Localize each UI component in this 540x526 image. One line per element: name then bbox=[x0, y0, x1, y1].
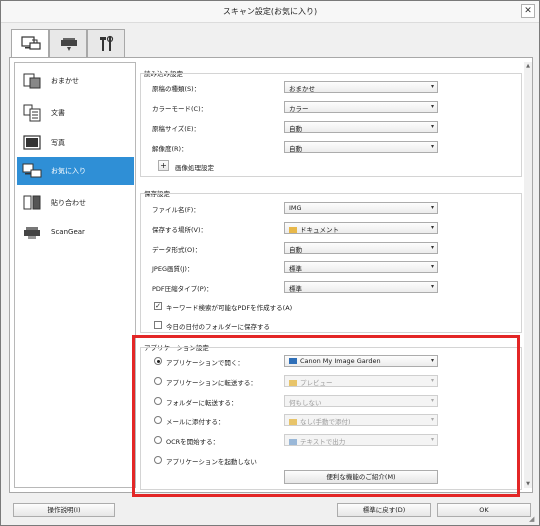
data-format-select[interactable]: 自動 ▾ bbox=[284, 242, 438, 254]
scroll-down-arrow-icon[interactable]: ▼ bbox=[524, 480, 532, 488]
text-output-icon bbox=[289, 439, 297, 445]
window-title: スキャン設定(お気に入り) bbox=[222, 7, 318, 16]
send-to-folder-radio[interactable] bbox=[154, 397, 162, 405]
content-panel: おまかせ 文書 写真 お気に入り 貼り合わせ ScanGear 読み込み設定 原… bbox=[9, 57, 533, 493]
send-to-app-select[interactable]: プレビュー ▾ bbox=[284, 375, 438, 387]
sidebar-item-label: 写真 bbox=[51, 139, 65, 147]
scanner-icon bbox=[61, 38, 77, 51]
send-to-app-label: アプリケーションに転送する： bbox=[166, 379, 257, 387]
tools-icon bbox=[100, 35, 114, 51]
paper-size-label: 原稿サイズ(E)： bbox=[152, 125, 200, 133]
date-folder-checkbox[interactable] bbox=[154, 321, 162, 329]
tab-scan-from-computer[interactable] bbox=[11, 29, 49, 59]
no-app-radio[interactable] bbox=[154, 456, 162, 464]
more-functions-button[interactable]: 便利な機能のご紹介(M) bbox=[284, 470, 438, 484]
sidebar-item-stitch[interactable]: 貼り合わせ bbox=[17, 189, 134, 217]
document-type-label: 原稿の種類(S)： bbox=[152, 85, 201, 93]
open-with-app-label: アプリケーションで開く： bbox=[166, 359, 244, 367]
sidebar-item-document[interactable]: 文書 bbox=[17, 99, 134, 127]
close-button[interactable]: ✕ bbox=[521, 4, 535, 18]
open-with-app-radio[interactable] bbox=[154, 357, 162, 365]
sidebar-item-favorite[interactable]: お気に入り bbox=[17, 157, 134, 185]
restore-defaults-button[interactable]: 標準に戻す(D) bbox=[337, 503, 431, 517]
pdf-compression-label: PDF圧縮タイプ(P)： bbox=[152, 285, 213, 293]
tab-general-settings[interactable] bbox=[87, 29, 125, 57]
scroll-up-arrow-icon[interactable]: ▲ bbox=[524, 62, 532, 70]
title-bar: スキャン設定(お気に入り) ✕ bbox=[1, 1, 539, 23]
sidebar-item-auto[interactable]: おまかせ bbox=[17, 67, 134, 95]
sidebar-item-label: おまかせ bbox=[51, 77, 79, 85]
color-mode-select[interactable]: カラー ▾ bbox=[284, 101, 438, 113]
sidebar-item-label: お気に入り bbox=[51, 167, 86, 175]
scan-settings-window: スキャン設定(お気に入り) ✕ おまかせ 文書 写真 お気に入り 貼り合わせ S… bbox=[0, 0, 540, 526]
date-folder-label: 今日の日付のフォルダーに保存する bbox=[166, 323, 270, 331]
computer-scanner-icon bbox=[21, 36, 41, 50]
paper-size-select[interactable]: 自動 ▾ bbox=[284, 121, 438, 133]
resize-grip-icon[interactable]: ◢ bbox=[529, 515, 537, 523]
start-ocr-select[interactable]: テキストで出力 ▾ bbox=[284, 434, 438, 446]
send-to-folder-label: フォルダーに転送する： bbox=[166, 399, 238, 407]
app-icon bbox=[289, 358, 297, 364]
mail-icon bbox=[289, 419, 297, 425]
resolution-select[interactable]: 自動 ▾ bbox=[284, 141, 438, 153]
instructions-button[interactable]: 操作説明(I) bbox=[13, 503, 115, 517]
scangear-icon bbox=[24, 227, 40, 239]
auto-icon bbox=[23, 73, 41, 89]
sidebar-item-photo[interactable]: 写真 bbox=[17, 129, 134, 157]
send-to-app-radio[interactable] bbox=[154, 377, 162, 385]
favorite-icon bbox=[22, 163, 42, 178]
sidebar-item-scangear[interactable]: ScanGear bbox=[17, 219, 134, 247]
preview-icon bbox=[289, 380, 297, 386]
sidebar-item-label: 文書 bbox=[51, 109, 65, 117]
attach-email-select[interactable]: なし(手動で添付) ▾ bbox=[284, 414, 438, 426]
folder-icon bbox=[289, 227, 297, 233]
save-location-select[interactable]: ドキュメント ▾ bbox=[284, 222, 438, 234]
data-format-label: データ形式(O)： bbox=[152, 246, 202, 254]
document-type-select[interactable]: おまかせ ▾ bbox=[284, 81, 438, 93]
scan-mode-list: おまかせ 文書 写真 お気に入り 貼り合わせ ScanGear bbox=[14, 62, 136, 488]
ok-button[interactable]: OK bbox=[437, 503, 531, 517]
attach-email-radio[interactable] bbox=[154, 416, 162, 424]
photo-icon bbox=[23, 135, 41, 150]
resolution-label: 解像度(R)： bbox=[152, 145, 188, 153]
vertical-scrollbar[interactable]: ▲ ▼ bbox=[524, 62, 532, 488]
tab-scan-from-operation-panel[interactable] bbox=[49, 29, 87, 57]
sidebar-item-label: ScanGear bbox=[51, 228, 85, 236]
jpeg-quality-label: JPEG画質(J)： bbox=[152, 265, 194, 273]
start-ocr-radio[interactable] bbox=[154, 436, 162, 444]
pdf-compression-select[interactable]: 標準 ▾ bbox=[284, 281, 438, 293]
bottom-button-bar: 操作説明(I) 標準に戻す(D) OK bbox=[9, 501, 533, 519]
no-app-label: アプリケーションを起動しない bbox=[166, 458, 257, 466]
image-processing-expand-button[interactable]: + bbox=[158, 160, 169, 171]
image-processing-label: 画像処理設定 bbox=[175, 164, 214, 172]
sidebar-item-label: 貼り合わせ bbox=[51, 199, 86, 207]
searchable-pdf-label: キーワード検索が可能なPDFを作成する(A) bbox=[166, 304, 293, 312]
start-ocr-label: OCRを開始する： bbox=[166, 438, 220, 446]
file-name-label: ファイル名(F)： bbox=[152, 206, 200, 214]
open-with-app-select[interactable]: Canon My Image Garden ▾ bbox=[284, 355, 438, 367]
stitch-icon bbox=[23, 195, 41, 210]
save-location-label: 保存する場所(V)： bbox=[152, 226, 208, 234]
searchable-pdf-checkbox[interactable]: ✓ bbox=[154, 302, 162, 310]
attach-email-label: メールに添付する： bbox=[166, 418, 225, 426]
send-to-folder-select[interactable]: 何もしない ▾ bbox=[284, 395, 438, 407]
document-icon bbox=[23, 104, 41, 122]
jpeg-quality-select[interactable]: 標準 ▾ bbox=[284, 261, 438, 273]
settings-area: 読み込み設定 原稿の種類(S)： おまかせ ▾ カラーモード(C)： カラー ▾ 原… bbox=[138, 62, 530, 490]
file-name-select[interactable]: IMG ▾ bbox=[284, 202, 438, 214]
color-mode-label: カラーモード(C)： bbox=[152, 105, 208, 113]
